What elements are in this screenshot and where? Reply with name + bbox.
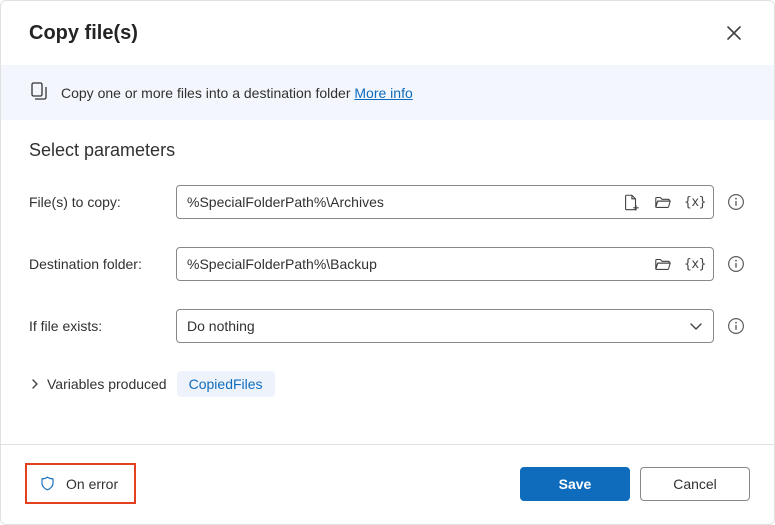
- footer-actions: Save Cancel: [520, 467, 750, 501]
- banner-text: Copy one or more files into a destinatio…: [61, 85, 413, 101]
- variable-chip-copiedfiles[interactable]: CopiedFiles: [177, 371, 275, 397]
- on-error-label: On error: [66, 476, 118, 492]
- on-error-button[interactable]: On error: [33, 471, 124, 496]
- label-files-to-copy: File(s) to copy:: [29, 194, 164, 210]
- label-destination-folder: Destination folder:: [29, 256, 164, 272]
- dialog-body: Select parameters File(s) to copy: {x} D…: [1, 120, 774, 444]
- info-icon: [727, 193, 745, 211]
- dialog-header: Copy file(s): [1, 1, 774, 65]
- chevron-right-icon: [29, 378, 41, 390]
- info-icon: [727, 317, 745, 335]
- folder-open-icon: [654, 193, 672, 211]
- chevron-down-icon: [689, 319, 703, 333]
- select-if-file-exists[interactable]: Do nothing: [176, 309, 714, 343]
- folder-open-icon: [654, 255, 672, 273]
- insert-variable-button-dest[interactable]: {x}: [682, 251, 708, 277]
- cancel-button[interactable]: Cancel: [640, 467, 750, 501]
- shield-icon: [39, 475, 56, 492]
- field-if-file-exists: Do nothing: [176, 309, 714, 343]
- info-if-file-exists[interactable]: [726, 316, 746, 336]
- field-icons-files: {x}: [618, 185, 708, 219]
- field-destination-folder: {x}: [176, 247, 714, 281]
- section-title: Select parameters: [29, 140, 746, 161]
- file-plus-icon: [622, 193, 640, 211]
- row-files-to-copy: File(s) to copy: {x}: [29, 185, 746, 219]
- variables-produced-label: Variables produced: [47, 376, 167, 392]
- select-folder-button-dest[interactable]: [650, 251, 676, 277]
- banner-description: Copy one or more files into a destinatio…: [61, 85, 354, 101]
- variables-produced-row: Variables produced CopiedFiles: [29, 371, 746, 397]
- more-info-link[interactable]: More info: [354, 85, 412, 101]
- field-icons-destination: {x}: [650, 247, 708, 281]
- close-icon: [727, 26, 741, 40]
- info-banner: Copy one or more files into a destinatio…: [1, 65, 774, 120]
- info-icon: [727, 255, 745, 273]
- dialog-title: Copy file(s): [29, 22, 138, 45]
- info-files-to-copy[interactable]: [726, 192, 746, 212]
- on-error-highlight: On error: [25, 463, 136, 504]
- row-if-file-exists: If file exists: Do nothing: [29, 309, 746, 343]
- select-folder-button[interactable]: [650, 189, 676, 215]
- select-file-button[interactable]: [618, 189, 644, 215]
- copy-icon: [29, 81, 49, 104]
- dialog-footer: On error Save Cancel: [1, 444, 774, 524]
- input-destination-folder[interactable]: [176, 247, 714, 281]
- field-files-to-copy: {x}: [176, 185, 714, 219]
- save-button[interactable]: Save: [520, 467, 630, 501]
- label-if-file-exists: If file exists:: [29, 318, 164, 334]
- info-destination-folder[interactable]: [726, 254, 746, 274]
- row-destination-folder: Destination folder: {x}: [29, 247, 746, 281]
- select-if-file-exists-value: Do nothing: [187, 318, 255, 334]
- variables-produced-toggle[interactable]: Variables produced: [29, 376, 167, 392]
- close-button[interactable]: [718, 17, 750, 49]
- insert-variable-button-files[interactable]: {x}: [682, 189, 708, 215]
